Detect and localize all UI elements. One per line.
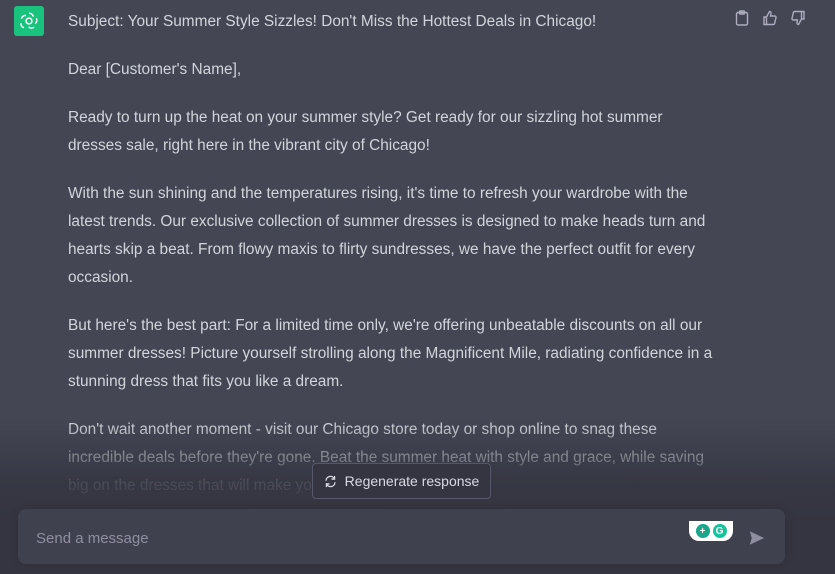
clipboard-icon[interactable] — [733, 9, 751, 27]
message-paragraph: But here's the best part: For a limited … — [68, 317, 713, 390]
message-input[interactable] — [34, 523, 678, 553]
email-greeting: Dear [Customer's Name], — [68, 61, 242, 78]
thumbs-down-icon[interactable] — [789, 9, 807, 27]
message-composer: + G — [18, 509, 785, 564]
regenerate-label: Regenerate response — [344, 473, 480, 489]
extension-add-icon[interactable]: + — [695, 524, 710, 538]
openai-logo-icon — [20, 12, 38, 29]
message-paragraph: With the sun shining and the temperature… — [68, 185, 706, 286]
grammarly-icon[interactable]: G — [712, 524, 727, 538]
email-subject: Subject: Your Summer Style Sizzles! Don'… — [68, 13, 597, 30]
send-icon[interactable] — [748, 529, 766, 547]
assistant-message: Subject: Your Summer Style Sizzles! Don'… — [68, 8, 718, 520]
assistant-avatar — [14, 6, 44, 36]
refresh-icon — [325, 475, 336, 487]
message-paragraph: Ready to turn up the heat on your summer… — [68, 109, 663, 154]
browser-extension-badges[interactable]: + G — [689, 521, 733, 541]
thumbs-up-icon[interactable] — [761, 9, 779, 27]
message-actions — [733, 9, 807, 27]
regenerate-response-button[interactable]: Regenerate response — [312, 463, 491, 499]
